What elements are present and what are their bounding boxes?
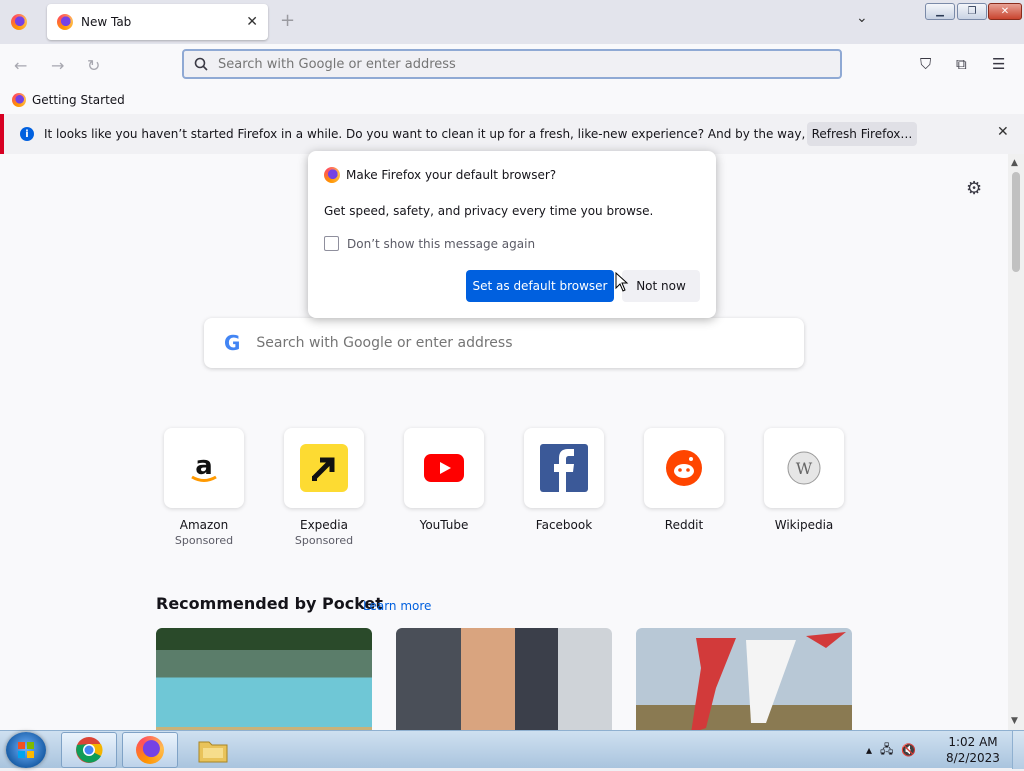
folder-icon xyxy=(198,741,228,763)
window-close-button[interactable]: ✕ xyxy=(988,3,1022,20)
refresh-notification-bar: i It looks like you haven’t started Fire… xyxy=(0,114,1024,154)
info-icon: i xyxy=(20,127,34,141)
not-now-button[interactable]: Not now xyxy=(622,270,700,302)
top-site-name: Facebook xyxy=(535,518,593,532)
firefox-view-icon[interactable] xyxy=(11,14,27,30)
top-site-expedia[interactable]: Expedia Sponsored xyxy=(264,428,384,547)
minimize-button[interactable]: ▁ xyxy=(925,3,955,20)
show-hidden-icons-arrow-icon[interactable]: ▴ xyxy=(866,743,872,757)
network-icon[interactable]: 🖧 xyxy=(880,740,893,761)
address-bar[interactable] xyxy=(182,49,842,79)
windows-logo-icon xyxy=(18,742,34,758)
start-button[interactable] xyxy=(6,732,46,768)
close-notification-icon[interactable]: ✕ xyxy=(997,124,1009,140)
top-site-name: Reddit xyxy=(664,518,704,532)
chrome-icon xyxy=(76,737,103,763)
dialog-title-row: Make Firefox your default browser? xyxy=(324,167,556,183)
wikipedia-icon: W xyxy=(764,428,844,508)
google-logo-icon: G xyxy=(224,331,241,355)
close-tab-icon[interactable]: ✕ xyxy=(246,14,258,30)
pocket-icon[interactable]: ⛉ xyxy=(920,55,931,73)
pocket-section-title: Recommended by Pocket xyxy=(156,594,383,613)
pocket-card-image[interactable] xyxy=(396,628,612,730)
refresh-firefox-button[interactable]: Refresh Firefox… xyxy=(807,122,917,146)
tab-label: New Tab xyxy=(81,15,132,29)
address-input[interactable] xyxy=(218,56,830,72)
bookmark-getting-started[interactable]: Getting Started xyxy=(32,93,125,107)
pocket-card-image[interactable] xyxy=(636,628,852,730)
dialog-body: Get speed, safety, and privacy every tim… xyxy=(324,204,654,218)
show-desktop-button[interactable] xyxy=(1012,731,1024,769)
facebook-icon xyxy=(524,428,604,508)
dont-show-again-row[interactable]: Don’t show this message again xyxy=(324,236,535,251)
forward-arrow-icon[interactable]: → xyxy=(51,56,64,75)
clock-time: 1:02 AM xyxy=(948,735,998,749)
reddit-icon xyxy=(644,428,724,508)
taskbar-clock[interactable]: 1:02 AM 8/2/2023 xyxy=(940,734,1006,766)
navigation-toolbar: ← → ↻ ⛉ ⧉ ☰ xyxy=(0,44,1024,86)
svg-text:W: W xyxy=(796,459,813,478)
bookmarks-toolbar: Getting Started xyxy=(0,86,1024,114)
tab-new-tab[interactable]: New Tab ✕ xyxy=(47,4,268,40)
tab-strip: New Tab ✕ + ⌄ ▁ ❐ ✕ xyxy=(0,0,1024,44)
back-arrow-icon[interactable]: ← xyxy=(14,56,27,75)
sponsored-label: Sponsored xyxy=(174,534,234,547)
top-site-name: Amazon xyxy=(179,518,229,532)
firefox-icon xyxy=(57,14,73,30)
notification-message: It looks like you haven’t started Firefo… xyxy=(44,127,900,141)
newtab-search-input[interactable] xyxy=(256,335,784,351)
new-tab-plus-icon[interactable]: + xyxy=(280,10,295,31)
clock-date: 8/2/2023 xyxy=(946,751,1000,765)
menu-hamburger-icon[interactable]: ☰ xyxy=(992,55,1005,73)
top-site-name: Expedia xyxy=(300,518,348,532)
top-site-amazon[interactable]: a Amazon Sponsored xyxy=(144,428,264,547)
top-site-wikipedia[interactable]: W Wikipedia xyxy=(744,428,864,532)
pocket-card-image[interactable] xyxy=(156,628,372,730)
scroll-up-arrow-icon[interactable]: ▲ xyxy=(1011,158,1018,168)
top-site-name: Wikipedia xyxy=(774,518,834,532)
top-site-reddit[interactable]: Reddit xyxy=(624,428,744,532)
taskbar-firefox[interactable] xyxy=(122,732,178,768)
taskbar: ▴ 🖧 🔇 1:02 AM 8/2/2023 xyxy=(0,730,1024,769)
dont-show-again-checkbox[interactable] xyxy=(324,236,339,251)
top-site-youtube[interactable]: YouTube xyxy=(384,428,504,532)
pocket-learn-more-link[interactable]: Learn more xyxy=(363,599,431,613)
scrollbar-thumb[interactable] xyxy=(1012,172,1020,272)
extensions-icon[interactable]: ⧉ xyxy=(956,55,967,73)
list-all-tabs-chevron-icon[interactable]: ⌄ xyxy=(856,10,868,26)
taskbar-chrome[interactable] xyxy=(61,732,117,768)
firefox-icon xyxy=(136,736,164,764)
set-default-browser-button[interactable]: Set as default browser xyxy=(466,270,614,302)
page-scrollbar[interactable]: ▲ ▼ xyxy=(1008,154,1024,730)
amazon-icon: a xyxy=(164,428,244,508)
firefox-icon xyxy=(12,93,26,107)
svg-text:a: a xyxy=(195,451,213,481)
system-tray: ▴ 🖧 🔇 xyxy=(866,731,916,769)
top-site-name: YouTube xyxy=(419,518,469,532)
firefox-icon xyxy=(324,167,340,183)
maximize-button[interactable]: ❐ xyxy=(957,3,987,20)
search-icon xyxy=(194,57,208,71)
reload-icon[interactable]: ↻ xyxy=(87,56,100,75)
expedia-icon xyxy=(284,428,364,508)
gear-icon[interactable]: ⚙ xyxy=(966,178,982,199)
taskbar-file-explorer[interactable] xyxy=(185,732,241,768)
dont-show-again-label: Don’t show this message again xyxy=(347,236,536,251)
volume-muted-icon[interactable]: 🔇 xyxy=(901,743,916,757)
mouse-cursor-icon xyxy=(615,272,629,292)
scroll-down-arrow-icon[interactable]: ▼ xyxy=(1011,716,1018,726)
youtube-icon xyxy=(404,428,484,508)
sponsored-label: Sponsored xyxy=(294,534,354,547)
newtab-search-box[interactable]: G xyxy=(204,318,804,368)
top-site-facebook[interactable]: Facebook xyxy=(504,428,624,532)
dialog-title: Make Firefox your default browser? xyxy=(346,168,557,182)
default-browser-dialog: Make Firefox your default browser? Get s… xyxy=(308,151,716,318)
